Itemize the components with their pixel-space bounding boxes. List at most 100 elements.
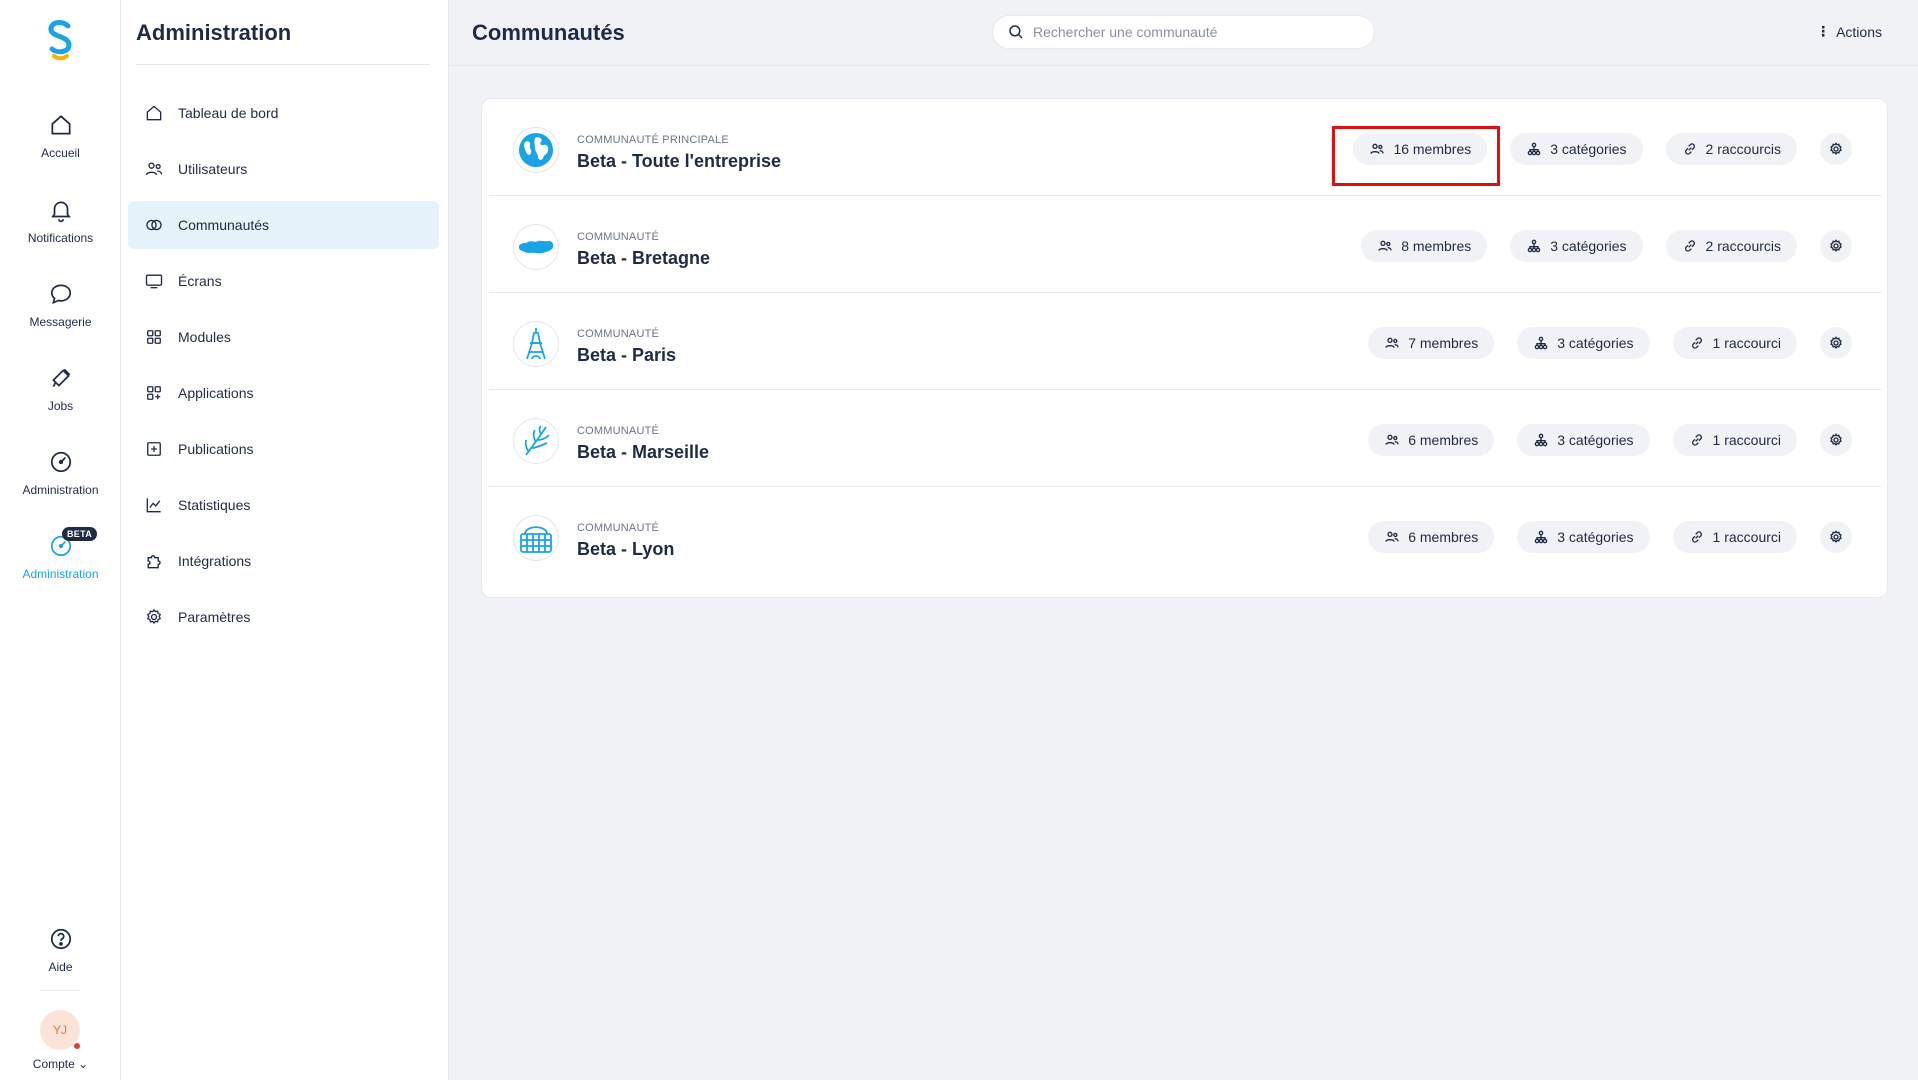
shortcuts-count: 1 raccourci xyxy=(1712,432,1781,448)
sidebar-item-users[interactable]: Utilisateurs xyxy=(128,145,439,193)
categories-count: 3 catégories xyxy=(1557,529,1634,545)
sidebar-item-statistics[interactable]: Statistiques xyxy=(128,481,439,529)
rail-item-notifications[interactable]: Notifications xyxy=(0,197,121,267)
community-name[interactable]: Beta - Marseille xyxy=(577,442,709,463)
community-row[interactable]: Communauté Beta - Lyon 6 membres 3 catég… xyxy=(489,487,1882,584)
admin-sidebar: Administration Tableau de bord Utilisate… xyxy=(121,0,449,1080)
sidebar-item-integrations[interactable]: Intégrations xyxy=(128,537,439,585)
community-row[interactable]: Communauté Beta - Paris 7 membres 3 caté… xyxy=(489,293,1882,390)
rail-item-jobs[interactable]: Jobs xyxy=(0,365,121,435)
community-type: Communauté xyxy=(577,328,660,340)
monitor-icon xyxy=(145,274,163,289)
community-stats: 8 membres 3 catégories 2 raccourcis xyxy=(1338,230,1852,262)
members-button[interactable]: 6 membres xyxy=(1368,521,1495,553)
sidebar-item-label: Écrans xyxy=(178,273,222,289)
page-title: Communautés xyxy=(472,20,625,45)
community-name[interactable]: Beta - Bretagne xyxy=(577,248,710,269)
community-name[interactable]: Beta - Lyon xyxy=(577,539,674,560)
community-row[interactable]: Communauté Beta - Bretagne 8 membres 3 c… xyxy=(489,196,1882,293)
link-icon xyxy=(1684,143,1695,155)
members-count: 16 membres xyxy=(1393,141,1472,157)
rail-label: Notifications xyxy=(27,231,94,245)
help-icon xyxy=(50,928,71,950)
members-button[interactable]: 6 membres xyxy=(1368,424,1495,456)
chat-icon xyxy=(50,284,71,305)
sidebar-item-dashboard[interactable]: Tableau de bord xyxy=(128,89,439,137)
sidebar-item-publications[interactable]: Publications xyxy=(128,425,439,473)
categories-button[interactable]: 3 catégories xyxy=(1517,424,1650,456)
categories-button[interactable]: 3 catégories xyxy=(1517,327,1650,359)
sidebar-item-label: Publications xyxy=(178,441,254,457)
gear-icon xyxy=(1830,530,1842,543)
sidebar-item-label: Intégrations xyxy=(178,553,252,569)
globe-icon xyxy=(519,133,553,167)
community-name[interactable]: Beta - Toute l'entreprise xyxy=(577,151,781,172)
shortcuts-count: 2 raccourcis xyxy=(1705,141,1781,157)
rail-label: Aide xyxy=(48,960,73,974)
shortcuts-count: 1 raccourci xyxy=(1712,335,1781,351)
sidebar-item-applications[interactable]: Applications xyxy=(128,369,439,417)
shortcuts-button[interactable]: 1 raccourci xyxy=(1672,327,1797,359)
chart-icon xyxy=(146,498,161,513)
app-rail: Accueil Notifications Messagerie Jobs Ad… xyxy=(0,0,121,1080)
categories-button[interactable]: 3 catégories xyxy=(1510,133,1643,165)
sidebar-item-label: Tableau de bord xyxy=(178,105,279,121)
members-button[interactable]: 8 membres xyxy=(1361,230,1488,262)
rail-item-help[interactable]: Aide xyxy=(0,926,121,996)
rail-item-administration[interactable]: Administration xyxy=(0,449,121,519)
sidebar-item-screens[interactable]: Écrans xyxy=(128,257,439,305)
sidebar-item-settings[interactable]: Paramètres xyxy=(128,593,439,641)
shortcuts-button[interactable]: 2 raccourcis xyxy=(1665,133,1797,165)
sidebar-item-label: Applications xyxy=(178,385,254,401)
app-logo[interactable] xyxy=(44,18,76,62)
community-settings-button[interactable] xyxy=(1820,424,1852,456)
sidebar-title: Administration xyxy=(136,20,292,45)
community-stats: 6 membres 3 catégories 1 raccourci xyxy=(1345,521,1852,553)
gear-icon xyxy=(1830,239,1842,252)
shortcuts-count: 2 raccourcis xyxy=(1705,238,1781,254)
rail-label: Administration xyxy=(22,567,99,581)
community-name[interactable]: Beta - Paris xyxy=(577,345,676,366)
hierarchy-icon xyxy=(1527,142,1541,156)
users-icon xyxy=(145,162,163,176)
members-button[interactable]: 16 membres xyxy=(1353,133,1488,165)
rail-item-home[interactable]: Accueil xyxy=(0,112,121,182)
community-row[interactable]: Communauté principale Beta - Toute l'ent… xyxy=(489,99,1882,196)
community-row[interactable]: Communauté Beta - Marseille 6 membres 3 … xyxy=(489,390,1882,487)
link-icon xyxy=(1691,337,1702,349)
community-settings-button[interactable] xyxy=(1820,521,1852,553)
wheat-icon xyxy=(524,425,550,456)
categories-button[interactable]: 3 catégories xyxy=(1517,521,1650,553)
gear-icon xyxy=(1830,142,1842,155)
page-header: Communautés ⋮ Actions xyxy=(449,0,1918,66)
community-type: Communauté principale xyxy=(577,134,729,146)
sidebar-item-communities[interactable]: Communautés xyxy=(128,201,439,249)
link-icon xyxy=(1691,434,1702,446)
rail-item-messaging[interactable]: Messagerie xyxy=(0,281,121,351)
categories-button[interactable]: 3 catégories xyxy=(1510,230,1643,262)
search-box[interactable] xyxy=(992,15,1375,49)
home-icon xyxy=(146,105,162,121)
community-settings-button[interactable] xyxy=(1820,327,1852,359)
categories-count: 3 catégories xyxy=(1557,432,1634,448)
hierarchy-icon xyxy=(1534,433,1548,447)
community-avatar xyxy=(513,418,559,464)
bretagne-map-icon xyxy=(518,240,554,254)
link-icon xyxy=(1691,531,1702,543)
search-input[interactable] xyxy=(1033,24,1353,40)
account-menu[interactable]: Compte ⌄ xyxy=(0,1057,121,1071)
members-button[interactable]: 7 membres xyxy=(1368,327,1495,359)
sidebar-item-modules[interactable]: Modules xyxy=(128,313,439,361)
shortcuts-button[interactable]: 1 raccourci xyxy=(1672,424,1797,456)
rail-item-administration-beta[interactable]: BETA Administration xyxy=(0,527,121,603)
sidebar-item-label: Statistiques xyxy=(178,497,251,513)
members-count: 6 membres xyxy=(1408,432,1479,448)
community-settings-button[interactable] xyxy=(1820,133,1852,165)
shortcuts-button[interactable]: 1 raccourci xyxy=(1672,521,1797,553)
community-type: Communauté xyxy=(577,425,660,437)
bell-icon xyxy=(50,201,71,223)
actions-button[interactable]: ⋮ Actions xyxy=(1816,23,1882,40)
shortcuts-button[interactable]: 2 raccourcis xyxy=(1665,230,1797,262)
rail-label: Messagerie xyxy=(29,315,92,329)
community-settings-button[interactable] xyxy=(1820,230,1852,262)
